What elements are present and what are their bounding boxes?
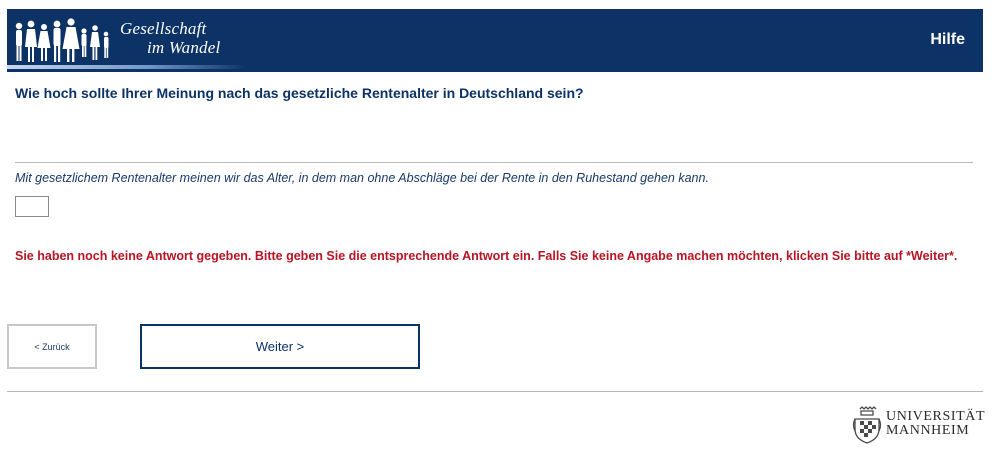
retirement-age-input[interactable] <box>15 196 49 217</box>
logo-title-line1: Gesellschaft <box>120 19 207 38</box>
university-name: UNIVERSITÄT MANNHEIM <box>886 410 985 438</box>
footer-divider <box>7 391 983 392</box>
university-logo: UNIVERSITÄT MANNHEIM <box>851 405 986 445</box>
logo-title: Gesellschaft im Wandel <box>120 19 220 57</box>
error-message: Sie haben noch keine Antwort gegeben. Bi… <box>15 249 958 263</box>
university-name-line2: MANNHEIM <box>886 423 970 438</box>
people-silhouettes-icon <box>15 18 109 62</box>
question-explanation: Mit gesetzlichem Rentenalter meinen wir … <box>15 171 709 185</box>
question-text: Wie hoch sollte Ihrer Meinung nach das g… <box>15 85 584 101</box>
university-name-line1: UNIVERSITÄT <box>886 409 986 424</box>
university-crest-icon <box>852 406 882 444</box>
back-button[interactable]: < Zurück <box>7 324 97 369</box>
help-link[interactable]: Hilfe <box>930 31 965 49</box>
page-header: Gesellschaft im Wandel Hilfe <box>7 9 983 72</box>
divider <box>15 162 973 163</box>
next-button[interactable]: Weiter > <box>140 324 420 369</box>
logo-underline <box>7 65 247 69</box>
logo-title-line2: im Wandel <box>147 38 221 57</box>
